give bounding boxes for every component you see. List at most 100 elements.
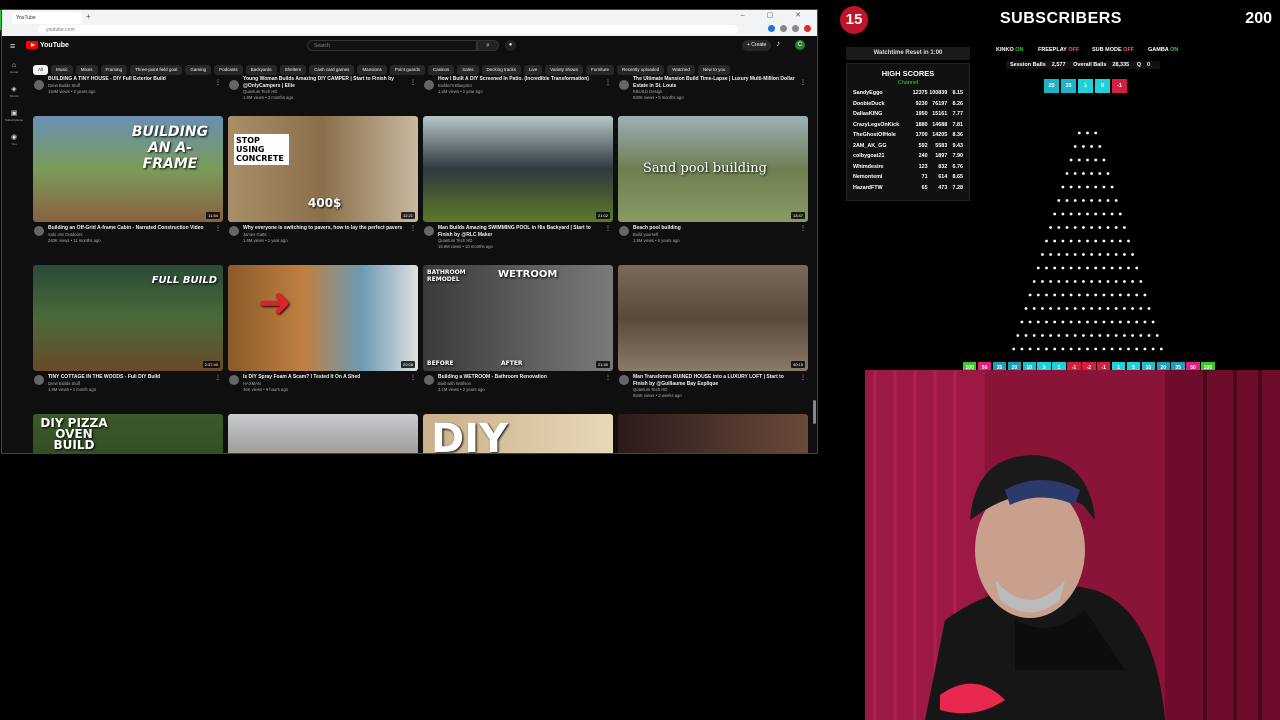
- video-card[interactable]: [618, 414, 808, 453]
- sidebar-item-subscriptions[interactable]: ▣ Subscriptions: [2, 104, 26, 128]
- more-options-icon[interactable]: ⋮: [410, 374, 416, 381]
- channel-avatar[interactable]: [619, 226, 629, 236]
- video-title[interactable]: Man Transforms RUINED HOUSE into a LUXUR…: [633, 374, 798, 387]
- filter-chip[interactable]: Sales: [457, 65, 479, 75]
- more-options-icon[interactable]: ⋮: [215, 79, 221, 86]
- filter-chip[interactable]: Music: [51, 65, 73, 75]
- channel-avatar[interactable]: [229, 375, 239, 385]
- video-card[interactable]: DIY PIZZA OVEN BUILD: [33, 414, 223, 453]
- video-card[interactable]: WETROOM BATHROOM REMODEL BEFORE AFTER 21:40 B…: [423, 265, 613, 407]
- channel-avatar[interactable]: [229, 80, 239, 90]
- channel-avatar[interactable]: [34, 80, 44, 90]
- channel-avatar[interactable]: [424, 226, 434, 236]
- more-options-icon[interactable]: ⋮: [410, 79, 416, 86]
- video-thumbnail[interactable]: [228, 414, 418, 453]
- filter-chip[interactable]: Point guards: [389, 65, 425, 75]
- channel-avatar[interactable]: [619, 80, 629, 90]
- browser-tab[interactable]: YouTube: [12, 12, 82, 24]
- video-card[interactable]: Sand pool building 13:47 Beach pool buildi…: [618, 116, 808, 258]
- video-card[interactable]: STOP USING CONCRETE 400$ 12:21 Why everyone…: [228, 116, 418, 258]
- microphone-icon[interactable]: ●: [505, 40, 516, 51]
- video-card[interactable]: Young Woman Builds Amazing DIY CAMPER | …: [228, 76, 418, 108]
- more-options-icon[interactable]: ⋮: [605, 79, 611, 86]
- video-thumbnail[interactable]: ➜ 20:08: [228, 265, 418, 371]
- video-card[interactable]: [228, 414, 418, 453]
- more-options-icon[interactable]: ⋮: [605, 225, 611, 232]
- address-bar[interactable]: youtube.com: [38, 25, 738, 34]
- video-thumbnail[interactable]: 21:02: [423, 116, 613, 222]
- video-card[interactable]: 21:02 Man Builds Amazing SWIMMING POOL in…: [423, 116, 613, 258]
- more-options-icon[interactable]: ⋮: [605, 374, 611, 381]
- filter-chip[interactable]: Framing: [100, 65, 128, 75]
- filter-chip[interactable]: Backyards: [245, 65, 277, 75]
- video-card[interactable]: 40:15 Man Transforms RUINED HOUSE into a …: [618, 265, 808, 407]
- search-input[interactable]: Search: [307, 40, 477, 51]
- video-title[interactable]: Why everyone is switching to pavers, how…: [243, 225, 408, 232]
- channel-avatar[interactable]: [424, 80, 434, 90]
- scrollbar-thumb[interactable]: [813, 400, 816, 424]
- filter-chip[interactable]: Shelters: [279, 65, 307, 75]
- sidebar-item-you[interactable]: ◉ You: [2, 128, 26, 152]
- more-options-icon[interactable]: ⋮: [800, 374, 806, 381]
- video-title[interactable]: Man Builds Amazing SWIMMING POOL in His …: [438, 225, 603, 238]
- filter-chip[interactable]: New to you: [697, 65, 731, 75]
- filter-chip[interactable]: Decking tracks: [481, 65, 522, 75]
- filter-chip[interactable]: Podcasts: [214, 65, 243, 75]
- window-controls[interactable]: – ▢ ✕: [741, 11, 811, 19]
- hamburger-menu-icon[interactable]: ≡: [10, 41, 15, 51]
- video-thumbnail[interactable]: WETROOM BATHROOM REMODEL BEFORE AFTER 21:40: [423, 265, 613, 371]
- notifications-bell-icon[interactable]: ♪: [776, 39, 780, 48]
- youtube-logo[interactable]: YouTube: [26, 41, 69, 49]
- more-options-icon[interactable]: ⋮: [215, 374, 221, 381]
- video-card[interactable]: DIY: [423, 414, 613, 453]
- video-title[interactable]: How I Built A DIY Screened In Patio. (In…: [438, 76, 603, 83]
- extension-icon[interactable]: [792, 25, 799, 32]
- filter-chip[interactable]: Furniture: [585, 65, 614, 75]
- extension-icon[interactable]: [780, 25, 787, 32]
- channel-avatar[interactable]: [619, 375, 629, 385]
- more-options-icon[interactable]: ⋮: [410, 225, 416, 232]
- filter-chip[interactable]: All: [33, 65, 49, 75]
- video-card[interactable]: How I Built A DIY Screened In Patio. (In…: [423, 76, 613, 108]
- channel-avatar[interactable]: [424, 375, 434, 385]
- extension-icon[interactable]: [768, 25, 775, 32]
- more-options-icon[interactable]: ⋮: [215, 225, 221, 232]
- channel-avatar[interactable]: [229, 226, 239, 236]
- sidebar-item-home[interactable]: ⌂ Home: [2, 56, 26, 80]
- filter-chip[interactable]: Live: [524, 65, 543, 75]
- filter-chip[interactable]: Mixes: [75, 65, 98, 75]
- video-title[interactable]: The Ultimate Mansion Build Time-Lapse | …: [633, 76, 798, 89]
- filter-chip[interactable]: Gaming: [185, 65, 212, 75]
- video-thumbnail[interactable]: 40:15: [618, 265, 808, 371]
- filter-chip[interactable]: Mansions: [357, 65, 387, 75]
- profile-icon[interactable]: [804, 25, 811, 32]
- filter-chip[interactable]: Variety shows: [545, 65, 583, 75]
- video-title[interactable]: Building an Off-Grid A-frame Cabin - Nar…: [48, 225, 213, 232]
- filter-chip[interactable]: Cash card games: [309, 65, 355, 75]
- more-options-icon[interactable]: ⋮: [800, 225, 806, 232]
- video-card[interactable]: The Ultimate Mansion Build Time-Lapse | …: [618, 76, 808, 108]
- video-thumbnail[interactable]: Sand pool building 13:47: [618, 116, 808, 222]
- filter-chip[interactable]: Three-point field goal: [130, 65, 183, 75]
- sidebar-item-shorts[interactable]: ◈ Shorts: [2, 80, 26, 104]
- video-thumbnail[interactable]: STOP USING CONCRETE 400$ 12:21: [228, 116, 418, 222]
- filter-chip[interactable]: Recently uploaded: [617, 65, 665, 75]
- video-thumbnail[interactable]: DIY PIZZA OVEN BUILD: [33, 414, 223, 453]
- filter-chip[interactable]: Watched: [667, 65, 695, 75]
- channel-avatar[interactable]: [34, 375, 44, 385]
- video-card[interactable]: BUILDING A TINY HOUSE - DIY Full Exterio…: [33, 76, 223, 108]
- video-title[interactable]: Young Woman Builds Amazing DIY CAMPER | …: [243, 76, 408, 89]
- video-card[interactable]: ➜ 20:08 Is DIY Spray Foam A Scam? I Tested…: [228, 265, 418, 407]
- filter-chip[interactable]: Casinos: [427, 65, 455, 75]
- video-card[interactable]: BUILDING AN A-FRAME 11:54 Building an Off-…: [33, 116, 223, 258]
- new-tab-icon[interactable]: +: [86, 12, 91, 21]
- create-button[interactable]: + Create: [742, 40, 772, 51]
- more-options-icon[interactable]: ⋮: [800, 79, 806, 86]
- video-thumbnail[interactable]: FULL BUILD 2:37:40: [33, 265, 223, 371]
- video-card[interactable]: FULL BUILD 2:37:40 TINY COTTAGE IN THE WOO…: [33, 265, 223, 407]
- video-thumbnail[interactable]: BUILDING AN A-FRAME 11:54: [33, 116, 223, 222]
- account-avatar[interactable]: C: [795, 40, 805, 50]
- search-icon[interactable]: ⌕: [477, 40, 499, 51]
- channel-avatar[interactable]: [34, 226, 44, 236]
- video-thumbnail[interactable]: [618, 414, 808, 453]
